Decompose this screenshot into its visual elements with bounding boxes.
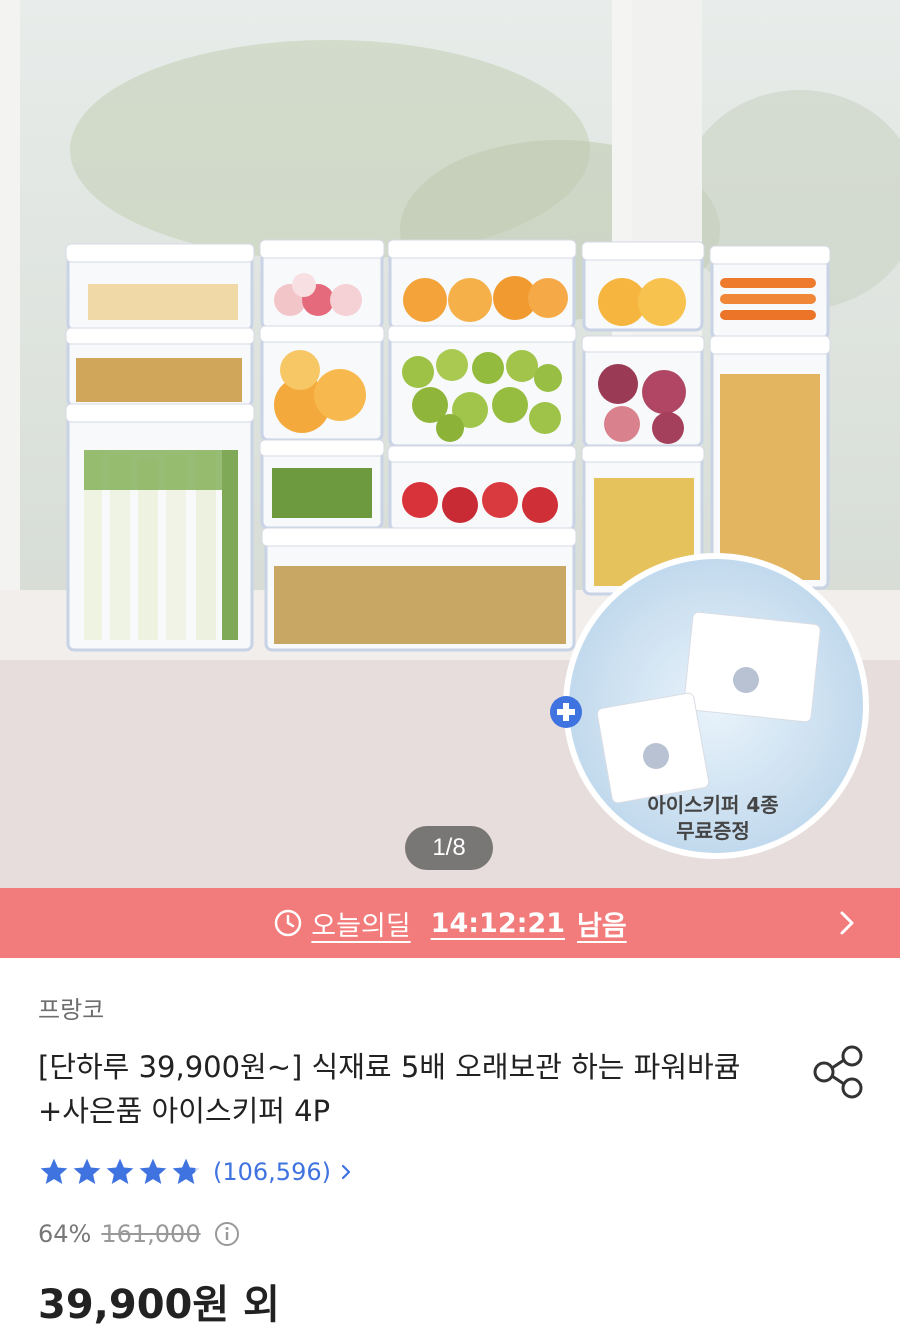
product-image-gallery[interactable]: 아이스키퍼 4종 무료증정 1/8 bbox=[0, 0, 900, 888]
original-price: 161,000 bbox=[101, 1220, 201, 1248]
page-indicator: 1/8 bbox=[405, 826, 493, 870]
star-icon bbox=[106, 1158, 134, 1184]
rating-row[interactable]: (106,596) bbox=[38, 1156, 355, 1188]
share-icon[interactable] bbox=[812, 1044, 866, 1100]
star-half-icon bbox=[172, 1158, 200, 1184]
discount-row: 64% 161,000 bbox=[38, 1220, 241, 1248]
today-deal-link[interactable]: 오늘의딜 14:12:21 남음 bbox=[273, 904, 627, 943]
gift-caption-line1: 아이스키퍼 4종 bbox=[647, 793, 779, 817]
deal-label: 오늘의딜 bbox=[311, 910, 411, 942]
gift-caption-line2: 무료증정 bbox=[676, 819, 750, 843]
star-icon bbox=[40, 1158, 68, 1184]
deal-suffix: 남음 bbox=[577, 910, 627, 942]
star-icon bbox=[139, 1158, 167, 1184]
rating-stars bbox=[38, 1156, 203, 1188]
gift-caption: 아이스키퍼 4종 무료증정 bbox=[618, 792, 808, 844]
info-icon[interactable] bbox=[213, 1220, 241, 1248]
deal-countdown: 14:12:21 bbox=[430, 907, 565, 939]
sale-price: 39,900원 외 bbox=[38, 1282, 280, 1328]
brand-name[interactable]: 프랑코 bbox=[38, 990, 104, 1025]
product-title: [단하루 39,900원~] 식재료 5배 오래보관 하는 파워바큠+사은품 아… bbox=[38, 1050, 741, 1128]
discount-percent: 64% bbox=[38, 1220, 92, 1248]
product-photo bbox=[0, 0, 900, 888]
review-count[interactable]: (106,596) bbox=[213, 1158, 331, 1186]
star-icon bbox=[73, 1158, 101, 1184]
today-deal-bar[interactable]: 오늘의딜 14:12:21 남음 bbox=[0, 888, 900, 958]
clock-icon bbox=[275, 909, 302, 937]
chevron-right-icon[interactable] bbox=[337, 1163, 355, 1181]
chevron-right-icon[interactable] bbox=[832, 908, 862, 938]
